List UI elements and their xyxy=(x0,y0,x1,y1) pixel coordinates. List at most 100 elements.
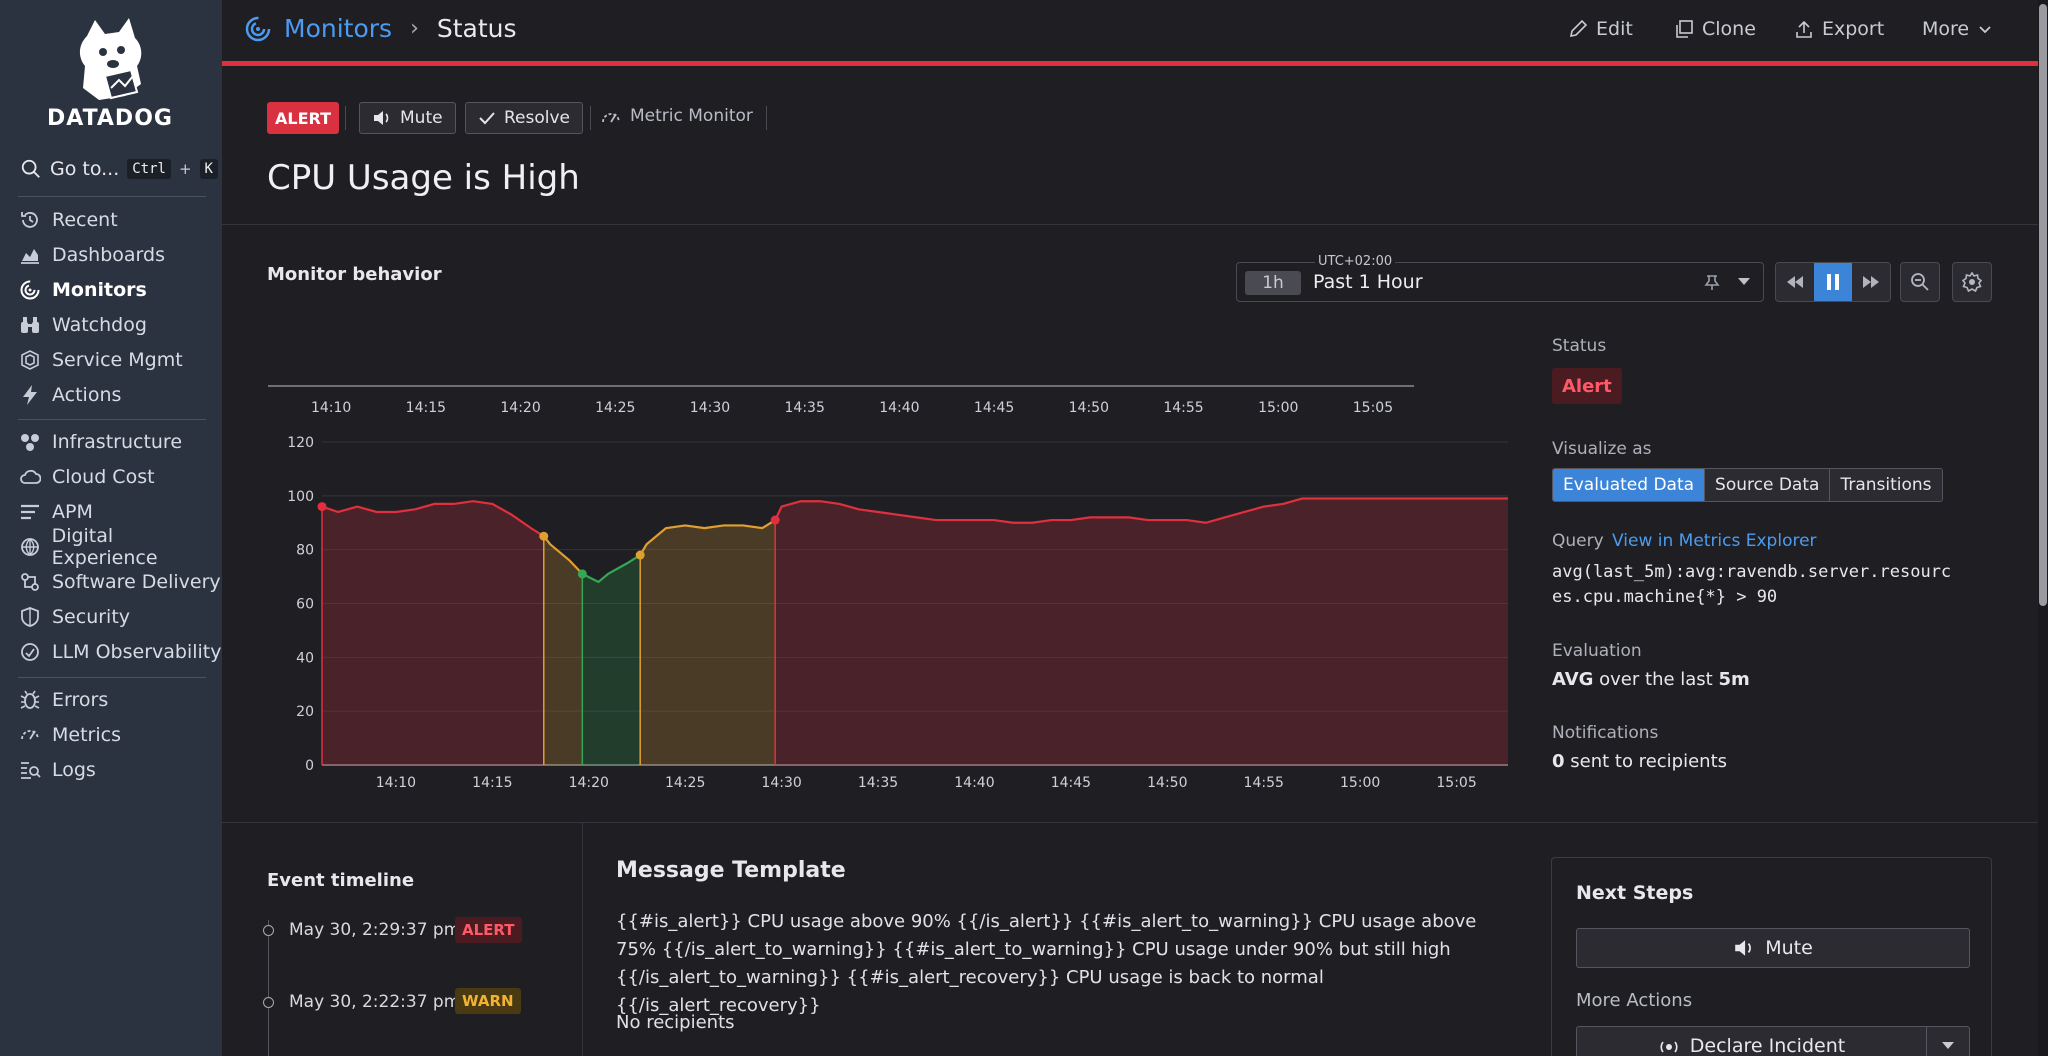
shortcut-key-ctrl: Ctrl xyxy=(127,159,171,179)
y-axis-tick-label: 100 xyxy=(287,489,314,505)
edit-button[interactable]: Edit xyxy=(1568,18,1633,40)
divider xyxy=(582,822,583,1056)
pin-icon[interactable] xyxy=(1703,273,1721,291)
top-axis-tick-label: 14:50 xyxy=(1069,400,1109,416)
edit-label: Edit xyxy=(1596,18,1633,40)
evaluation-aggregation: AVG xyxy=(1552,669,1594,690)
sidebar-item-monitors[interactable]: Monitors xyxy=(18,276,147,304)
sidebar-item-logs[interactable]: Logs xyxy=(18,756,96,784)
sidebar-item-infrastructure[interactable]: Infrastructure xyxy=(18,428,182,456)
header: Monitors › Status Edit Clone Export More xyxy=(222,0,2038,62)
resolve-label: Resolve xyxy=(504,108,571,128)
section-divider xyxy=(222,224,2038,225)
transition-point-warn xyxy=(539,531,549,541)
zoom-out-button[interactable] xyxy=(1900,262,1940,302)
sidebar-item-metrics[interactable]: Metrics xyxy=(18,721,121,749)
top-axis-tick-label: 15:00 xyxy=(1258,400,1298,416)
notifications-value: 0 sent to recipients xyxy=(1552,751,1727,772)
nav-divider xyxy=(18,677,206,678)
top-axis-tick-label: 14:15 xyxy=(406,400,446,416)
sidebar-item-apm[interactable]: APM xyxy=(18,498,93,526)
settings-button[interactable] xyxy=(1952,262,1992,302)
monitor-state-badge: ALERT xyxy=(267,102,340,134)
export-button[interactable]: Export xyxy=(1794,18,1884,40)
sidebar-item-security[interactable]: Security xyxy=(18,603,130,631)
transition-point-warn xyxy=(635,550,645,560)
view-in-metrics-explorer-link[interactable]: View in Metrics Explorer xyxy=(1612,531,1817,551)
sidebar-item-label: Metrics xyxy=(52,724,121,746)
time-range-short: 1h xyxy=(1245,271,1301,295)
breadcrumb-monitors-link[interactable]: Monitors xyxy=(284,14,392,43)
notifications-suffix: sent to recipients xyxy=(1564,751,1728,772)
clone-button[interactable]: Clone xyxy=(1674,18,1756,40)
caret-down-icon[interactable] xyxy=(1737,277,1751,287)
llm-icon xyxy=(18,640,42,664)
timeline-event-badge-alert: ALERT xyxy=(455,917,522,943)
top-axis-tick-label: 14:45 xyxy=(974,400,1014,416)
sidebar-item-cloud-cost[interactable]: Cloud Cost xyxy=(18,463,155,491)
y-axis-tick-label: 60 xyxy=(296,597,314,613)
check-icon xyxy=(479,112,495,125)
chevron-down-icon xyxy=(1979,26,1991,34)
more-button[interactable]: More xyxy=(1922,18,1993,40)
rewind-button[interactable] xyxy=(1776,263,1814,301)
divider xyxy=(590,106,591,130)
y-axis-tick-label: 0 xyxy=(305,758,314,774)
sidebar-item-watchdog[interactable]: Watchdog xyxy=(18,311,147,339)
sidebar-item-label: Watchdog xyxy=(52,314,147,336)
x-axis-tick-label: 14:35 xyxy=(858,775,898,791)
visualize-label: Visualize as xyxy=(1552,439,1652,459)
notifications-count: 0 xyxy=(1552,751,1565,772)
metrics-gauge-icon xyxy=(18,723,42,747)
monitor-type: Metric Monitor xyxy=(600,106,753,126)
top-axis-tick-label: 14:25 xyxy=(595,400,635,416)
goto-search[interactable]: Go to... Ctrl + K xyxy=(20,158,218,180)
y-axis-tick-label: 20 xyxy=(296,704,314,720)
declare-incident-dropdown[interactable] xyxy=(1926,1026,1970,1056)
sidebar-item-label: Errors xyxy=(52,689,109,711)
mute-label: Mute xyxy=(400,108,443,128)
datadog-logo[interactable]: DATADOG xyxy=(40,14,180,131)
transition-point-alert xyxy=(317,502,327,512)
incident-icon xyxy=(1660,1041,1678,1053)
sidebar-item-software-delivery[interactable]: Software Delivery xyxy=(18,568,221,596)
sidebar-item-label: Actions xyxy=(52,384,122,406)
timeline-event-time[interactable]: May 30, 2:29:37 pm xyxy=(289,920,460,940)
x-axis-tick-label: 14:50 xyxy=(1147,775,1187,791)
sidebar-item-actions[interactable]: Actions xyxy=(18,381,121,409)
visualize-toggle: Evaluated Data Source Data Transitions xyxy=(1552,468,1943,502)
declare-incident-button[interactable]: Declare Incident xyxy=(1576,1026,1926,1056)
fast-forward-button[interactable] xyxy=(1852,263,1890,301)
timezone-label: UTC+02:00 xyxy=(1315,254,1396,269)
export-label: Export xyxy=(1822,18,1885,40)
visualize-option-evaluated-data[interactable]: Evaluated Data xyxy=(1553,469,1706,501)
pause-button[interactable] xyxy=(1814,263,1852,301)
sidebar: DATADOG Go to... Ctrl + K Recent Dashboar… xyxy=(0,0,222,1056)
sidebar-item-label: Digital Experience xyxy=(51,525,158,569)
resolve-button[interactable]: Resolve xyxy=(465,102,584,134)
visualize-option-source-data[interactable]: Source Data xyxy=(1705,469,1831,501)
visualize-option-transitions[interactable]: Transitions xyxy=(1830,469,1942,501)
timeline-dot xyxy=(263,925,274,936)
x-axis-tick-label: 14:15 xyxy=(472,775,512,791)
shortcut-key-k: K xyxy=(199,159,218,179)
timeline-event-time[interactable]: May 30, 2:22:37 pm xyxy=(289,992,460,1012)
cloud-icon xyxy=(18,465,42,489)
mute-button[interactable]: Mute xyxy=(359,102,456,134)
top-axis-tick-label: 14:30 xyxy=(690,400,730,416)
digital-experience-icon xyxy=(18,535,42,559)
sidebar-item-digital-experience[interactable]: Digital Experience xyxy=(18,525,222,569)
monitors-icon xyxy=(245,16,271,41)
scrollbar-thumb[interactable] xyxy=(2039,4,2047,606)
series-area-alert xyxy=(322,501,544,765)
next-steps-mute-button[interactable]: Mute xyxy=(1576,928,1970,968)
sidebar-item-recent[interactable]: Recent xyxy=(18,206,118,234)
sidebar-item-label: Security xyxy=(52,606,131,628)
sidebar-item-errors[interactable]: Errors xyxy=(18,686,108,714)
sidebar-item-service-mgmt[interactable]: Service Mgmt xyxy=(18,346,183,374)
sidebar-item-label: Service Mgmt xyxy=(52,349,183,371)
sidebar-item-llm-observability[interactable]: LLM Observability xyxy=(18,638,222,666)
fast-forward-icon xyxy=(1863,276,1879,288)
monitor-behavior-chart[interactable]: 14:10 14:15 14:20 14:25 14:30 14:35 14:40 14:45… xyxy=(260,370,1510,800)
sidebar-item-dashboards[interactable]: Dashboards xyxy=(18,241,165,269)
